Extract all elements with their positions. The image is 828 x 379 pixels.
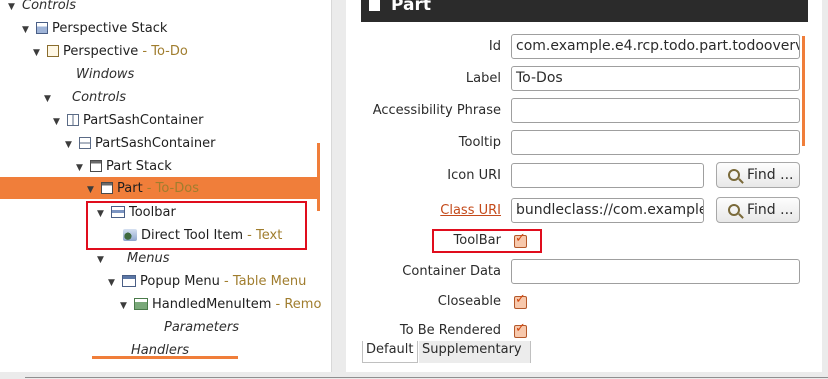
tree-item-sublabel: - Remo (271, 297, 322, 312)
class-uri-link[interactable]: Class URI (331, 202, 501, 220)
part-sash-container-icon (67, 114, 79, 126)
icon-uri-find-button[interactable]: Find ... (716, 162, 800, 188)
tree-row-controls-top[interactable]: ▼ Controls (8, 0, 76, 17)
closeable-label: Closeable (437, 294, 501, 309)
accessibility-phrase-label: Accessibility Phrase (372, 103, 501, 118)
tooltip-field[interactable] (511, 130, 800, 155)
expand-arrow-icon[interactable]: ▼ (120, 295, 130, 318)
tree-item-label: Part (117, 181, 143, 196)
editor-title: Part (391, 0, 431, 15)
tree-item-label: Windows (76, 67, 135, 82)
tooltip-label: Tooltip (458, 135, 501, 150)
tree-item-label: Controls (22, 0, 77, 13)
tree-row-partsashcontainer-2[interactable]: ▼ PartSashContainer (65, 132, 215, 155)
model-tree-panel: ▼ Controls ▼ Perspective Stack ▼ Perspectiv… (0, 0, 332, 372)
to-be-rendered-checkbox[interactable] (514, 321, 527, 338)
editor-vertical-scroll-indicator[interactable] (802, 36, 805, 146)
tree-item-sublabel: - To-Do (138, 44, 188, 59)
tree-item-label: PartSashContainer (95, 136, 216, 151)
expand-arrow-icon[interactable]: ▼ (33, 42, 43, 65)
tree-item-sublabel: - Table Menu (219, 274, 307, 289)
expand-arrow-icon[interactable]: ▼ (8, 0, 18, 19)
tree-item-sublabel: - To-Dos (142, 181, 199, 196)
id-label: Id (488, 39, 501, 54)
part-checkbox-icon (369, 0, 380, 11)
icon-uri-field[interactable] (511, 163, 704, 188)
tree-row-part-selected[interactable]: ▼ Part - To-Dos (87, 177, 199, 200)
expand-arrow-icon[interactable]: ▼ (87, 179, 97, 202)
tree-row-perspective[interactable]: ▼ Perspective - To-Do (33, 40, 188, 63)
expand-arrow-icon[interactable]: ▼ (65, 134, 75, 157)
tree-item-label: PartSashContainer (83, 113, 204, 128)
handled-menu-item-icon (134, 298, 148, 310)
highlight-box-toolbar-option (432, 229, 542, 253)
part-editor-panel: Part Id com.example.e4.rcp.todo.part.tod… (346, 0, 822, 372)
tree-item-label: Part Stack (106, 159, 172, 174)
tree-row-perspective-stack[interactable]: ▼ Perspective Stack (22, 17, 167, 40)
perspective-stack-icon (36, 22, 48, 34)
tree-row-handled-menu-item[interactable]: ▼ HandledMenuItem - Remo (120, 293, 321, 316)
tree-row-windows[interactable]: Windows (62, 63, 134, 86)
tree-row-popup-menu[interactable]: ▼ Popup Menu - Table Menu (108, 270, 306, 293)
tree-row-partsashcontainer-1[interactable]: ▼ PartSashContainer (53, 109, 203, 132)
part-sash-container-icon (79, 137, 91, 149)
accessibility-phrase-field[interactable] (511, 98, 800, 123)
part-icon (101, 182, 113, 194)
expand-arrow-icon[interactable]: ▼ (108, 272, 118, 295)
tree-item-label: Menus (127, 251, 170, 266)
tree-item-label: Popup Menu (140, 274, 220, 289)
label-label: Label (465, 71, 501, 86)
tree-item-label: Controls (72, 90, 127, 105)
class-uri-field[interactable]: bundleclass://com.example (511, 198, 704, 223)
find-button-label: Find ... (747, 167, 794, 183)
tree-item-label: Parameters (164, 320, 239, 335)
label-field[interactable]: To-Dos (511, 66, 800, 91)
container-data-field[interactable] (511, 259, 800, 284)
expand-arrow-icon[interactable]: ▼ (53, 111, 63, 134)
horizontal-scroll-indicator[interactable] (92, 356, 238, 359)
part-stack-icon (90, 160, 102, 172)
tree-item-label: Perspective Stack (52, 21, 168, 36)
class-uri-find-button[interactable]: Find ... (716, 197, 800, 223)
magnifier-icon (728, 169, 740, 181)
id-field[interactable]: com.example.e4.rcp.todo.part.todoovervie… (511, 34, 800, 59)
tree-row-controls[interactable]: ▼ Controls (44, 86, 126, 109)
expand-arrow-icon[interactable]: ▼ (22, 19, 32, 42)
bottom-divider (25, 377, 828, 378)
tree-row-part-stack[interactable]: ▼ Part Stack (76, 155, 172, 178)
closeable-checkbox[interactable] (514, 292, 527, 309)
find-button-label: Find ... (747, 202, 794, 218)
expand-arrow-icon[interactable]: ▼ (97, 249, 107, 272)
vertical-scroll-indicator[interactable] (317, 143, 320, 211)
tab-default[interactable]: Default (362, 341, 418, 363)
icon-uri-label: Icon URI (447, 168, 501, 183)
highlight-box-toolbar-tree (86, 201, 307, 250)
editor-title-bar: Part (361, 0, 808, 22)
tree-row-parameters[interactable]: Parameters (150, 316, 239, 339)
expand-arrow-icon[interactable]: ▼ (76, 157, 86, 180)
tree-item-label: Perspective (63, 44, 139, 59)
container-data-label: Container Data (402, 264, 501, 279)
perspective-icon (47, 45, 59, 57)
popup-menu-icon (122, 275, 136, 287)
tree-item-label: HandledMenuItem (152, 297, 272, 312)
magnifier-icon (728, 204, 740, 216)
tree-row-menus[interactable]: ▼ Menus (97, 247, 169, 270)
to-be-rendered-label: To Be Rendered (399, 323, 501, 338)
expand-arrow-icon[interactable]: ▼ (44, 88, 54, 111)
tab-supplementary[interactable]: Supplementary (419, 341, 531, 363)
